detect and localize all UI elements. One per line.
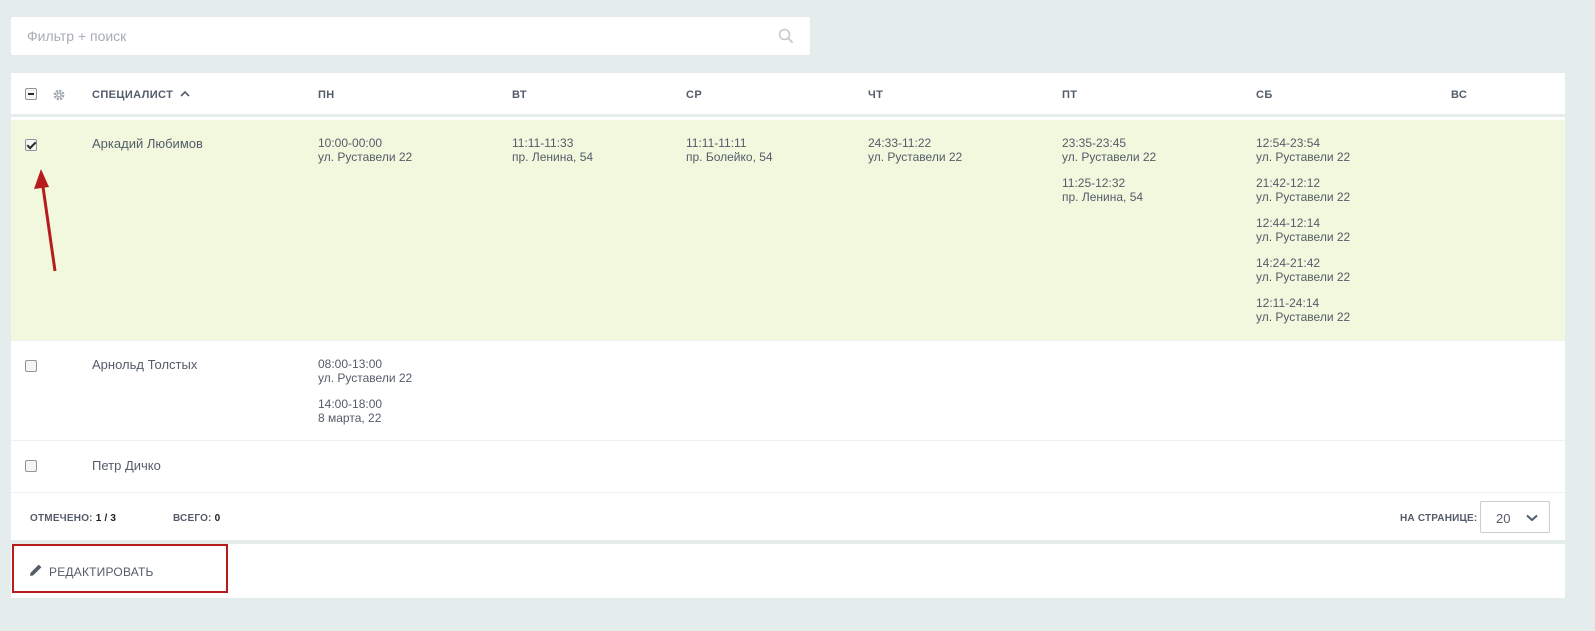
column-sat[interactable]: СБ	[1256, 89, 1273, 101]
schedule-cell-thu: 24:33-11:22 ул. Руставели 22	[868, 136, 962, 176]
schedule-slot: 24:33-11:22 ул. Руставели 22	[868, 136, 963, 164]
column-tue[interactable]: ВТ	[512, 89, 527, 101]
schedule-slot: 11:11-11:11 пр. Болейко, 54	[686, 136, 773, 164]
select-all-checkbox[interactable]	[25, 88, 37, 100]
schedule-cell-fri: 23:35-23:45 ул. Руставели 22 11:25-12:32 п…	[1062, 136, 1156, 216]
specialist-name[interactable]: Петр Дичко	[92, 458, 161, 473]
checked-count: ОТМЕЧЕНО: 1 / 3	[30, 513, 117, 524]
table-row[interactable]: Петр Дичко	[11, 441, 1565, 493]
per-page-select[interactable]: 20	[1480, 501, 1550, 533]
schedule-slot: 14:24-21:42 ул. Руставели 22	[1256, 256, 1351, 284]
schedule-cell-wed: 11:11-11:11 пр. Болейко, 54	[686, 136, 773, 176]
column-specialist-label: СПЕЦИАЛИСТ	[92, 89, 174, 101]
grid-header: СПЕЦИАЛИСТ ПН ВТ СР ЧТ ПТ СБ ВС	[11, 73, 1565, 117]
chevron-down-icon	[1526, 514, 1538, 522]
schedule-cell-mon: 10:00-00:00 ул. Руставели 22	[318, 136, 412, 176]
row-checkbox[interactable]	[25, 139, 37, 151]
schedule-slot: 14:00-18:00 8 марта, 22	[318, 397, 383, 425]
column-wed[interactable]: СР	[686, 89, 702, 101]
schedule-cell-tue: 11:11-11:33 пр. Ленина, 54	[512, 136, 593, 176]
sort-asc-icon	[180, 90, 190, 97]
table-row[interactable]: Аркадий Любимов 10:00-00:00 ул. Руставели…	[11, 120, 1565, 341]
column-fri[interactable]: ПТ	[1062, 89, 1077, 101]
specialist-name[interactable]: Арнольд Толстых	[92, 357, 197, 372]
schedule-slot: 11:11-11:33 пр. Ленина, 54	[512, 136, 594, 164]
grid-footer: ОТМЕЧЕНО: 1 / 3 ВСЕГО: 0 НА СТРАНИЦЕ: 20	[11, 494, 1565, 539]
row-checkbox[interactable]	[25, 360, 37, 372]
schedule-slot: 23:35-23:45 ул. Руставели 22	[1062, 136, 1157, 164]
column-specialist[interactable]: СПЕЦИАЛИСТ	[92, 89, 190, 101]
total-count: ВСЕГО: 0	[173, 513, 221, 524]
per-page-label: НА СТРАНИЦЕ:	[1400, 513, 1478, 524]
search-icon[interactable]	[778, 28, 794, 44]
schedule-slot: 12:54-23:54 ул. Руставели 22	[1256, 136, 1351, 164]
specialist-name[interactable]: Аркадий Любимов	[92, 136, 203, 151]
schedule-grid: СПЕЦИАЛИСТ ПН ВТ СР ЧТ ПТ СБ ВС Аркадий …	[11, 73, 1565, 540]
gear-icon[interactable]	[52, 88, 66, 102]
schedule-slot: 11:25-12:32 пр. Ленина, 54	[1062, 176, 1144, 204]
schedule-cell-sat: 12:54-23:54 ул. Руставели 22 21:42-12:12 у…	[1256, 136, 1350, 336]
schedule-slot: 08:00-13:00 ул. Руставели 22	[318, 357, 413, 385]
action-panel: РЕДАКТИРОВАТЬ	[11, 544, 1565, 598]
column-mon[interactable]: ПН	[318, 89, 335, 101]
edit-button[interactable]: РЕДАКТИРОВАТЬ	[12, 544, 228, 593]
table-row[interactable]: Арнольд Толстых 08:00-13:00 ул. Руставели…	[11, 341, 1565, 441]
filter-search-input[interactable]	[11, 18, 751, 54]
schedule-slot: 21:42-12:12 ул. Руставели 22	[1256, 176, 1351, 204]
schedule-slot: 12:44-12:14 ул. Руставели 22	[1256, 216, 1351, 244]
pencil-icon	[30, 564, 42, 576]
schedule-slot: 10:00-00:00 ул. Руставели 22	[318, 136, 413, 164]
column-sun[interactable]: ВС	[1451, 89, 1467, 101]
column-thu[interactable]: ЧТ	[868, 89, 883, 101]
filter-search-bar[interactable]	[11, 17, 810, 55]
schedule-slot: 12:11-24:14 ул. Руставели 22	[1256, 296, 1351, 324]
row-checkbox[interactable]	[25, 460, 37, 472]
schedule-cell-mon: 08:00-13:00 ул. Руставели 22 14:00-18:00 8…	[318, 357, 412, 437]
